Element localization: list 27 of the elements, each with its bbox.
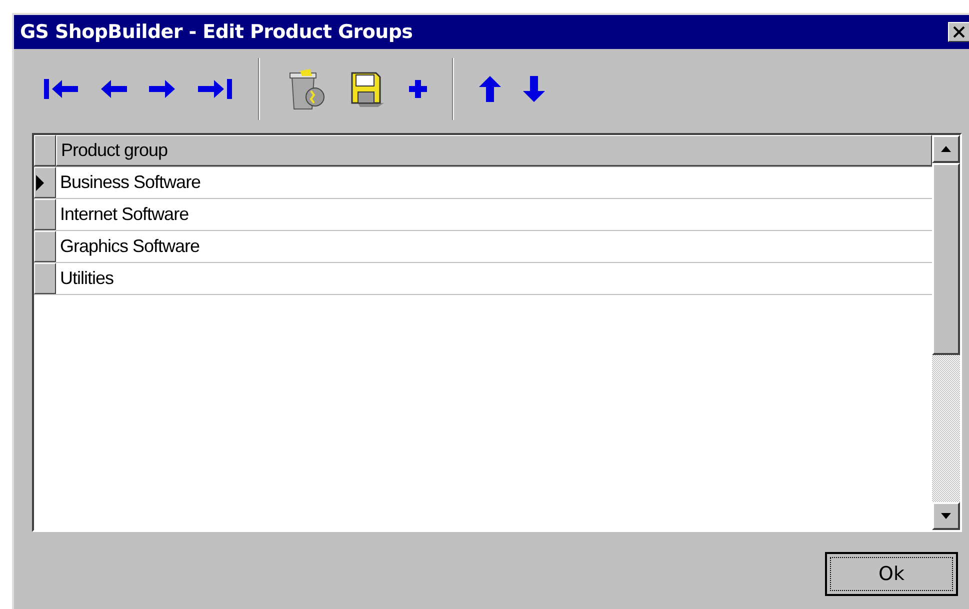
table-cell-text: Business Software (59, 171, 202, 194)
arrow-right-icon[interactable] (148, 77, 176, 101)
window-title: GS ShopBuilder - Edit Product Groups (20, 20, 413, 45)
arrow-down-icon[interactable] (522, 75, 546, 103)
plus-icon[interactable] (408, 79, 428, 99)
triangle-up-icon (941, 146, 951, 152)
table-cell-text: Internet Software (59, 203, 190, 226)
arrow-left-icon[interactable] (100, 77, 128, 101)
table-cell-text: Utilities (59, 267, 115, 290)
row-selector[interactable] (34, 167, 56, 198)
last-record-icon[interactable] (196, 77, 234, 101)
arrow-up-icon[interactable] (478, 75, 502, 103)
triangle-down-icon (941, 513, 951, 519)
scroll-down-button[interactable] (932, 502, 960, 530)
current-row-icon (35, 174, 45, 192)
column-header[interactable]: Product group (56, 135, 932, 166)
ok-button[interactable]: Ok (825, 552, 958, 596)
close-icon (953, 26, 965, 38)
row-selector[interactable] (34, 231, 56, 262)
scroll-thumb[interactable] (932, 163, 960, 355)
table-cell-text: Graphics Software (59, 235, 201, 258)
row-selector[interactable] (34, 199, 56, 230)
close-button[interactable] (948, 22, 969, 42)
first-record-icon[interactable] (42, 77, 80, 101)
scrollbar[interactable] (932, 135, 960, 530)
scroll-up-button[interactable] (932, 135, 960, 163)
row-selector[interactable] (34, 263, 56, 294)
